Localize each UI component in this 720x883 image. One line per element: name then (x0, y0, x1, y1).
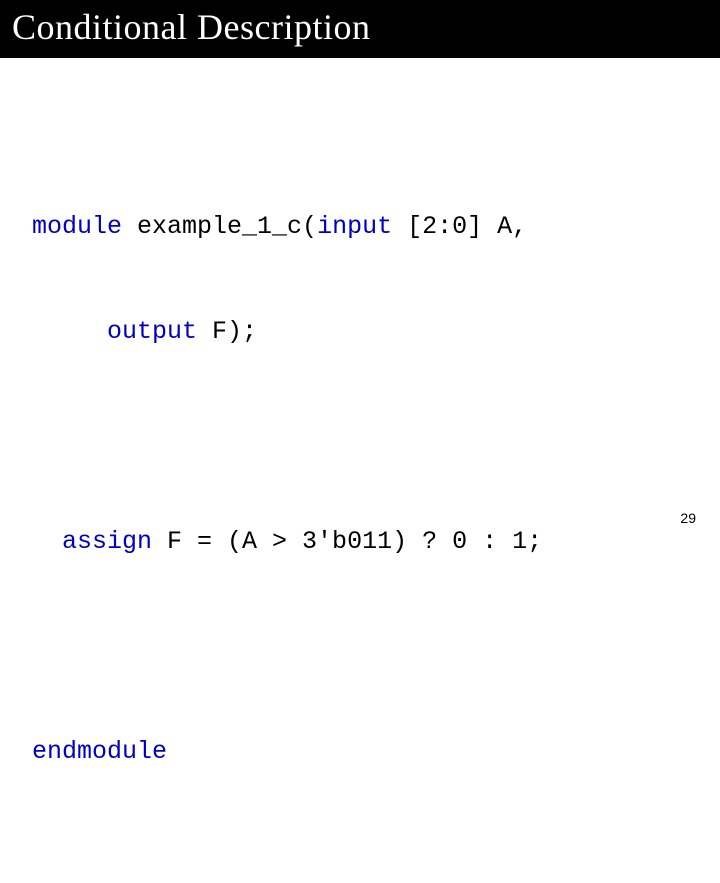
keyword-input: input (317, 212, 392, 241)
code-text: example_1_c( (122, 212, 317, 241)
blank-line (32, 411, 720, 464)
keyword-module: module (32, 212, 122, 241)
code-text: F); (197, 317, 257, 346)
code-text: [2:0] A, (392, 212, 527, 241)
code-indent (32, 317, 107, 346)
code-line-1: module example_1_c(input [2:0] A, (32, 201, 720, 254)
slide: Conditional Description module example_1… (0, 0, 720, 540)
keyword-endmodule: endmodule (32, 737, 167, 766)
code-indent (32, 527, 62, 556)
code-line-3: assign F = (A > 3'b011) ? 0 : 1; (32, 516, 720, 569)
keyword-output: output (107, 317, 197, 346)
code-line-2: output F); (32, 306, 720, 359)
code-block: module example_1_c(input [2:0] A, output… (0, 58, 720, 883)
code-text: F = (A > 3'b011) ? 0 : 1; (152, 527, 542, 556)
keyword-assign: assign (62, 527, 152, 556)
code-line-4: endmodule (32, 726, 720, 779)
slide-title: Conditional Description (0, 0, 720, 58)
page-number: 29 (680, 510, 696, 526)
blank-line (32, 621, 720, 674)
